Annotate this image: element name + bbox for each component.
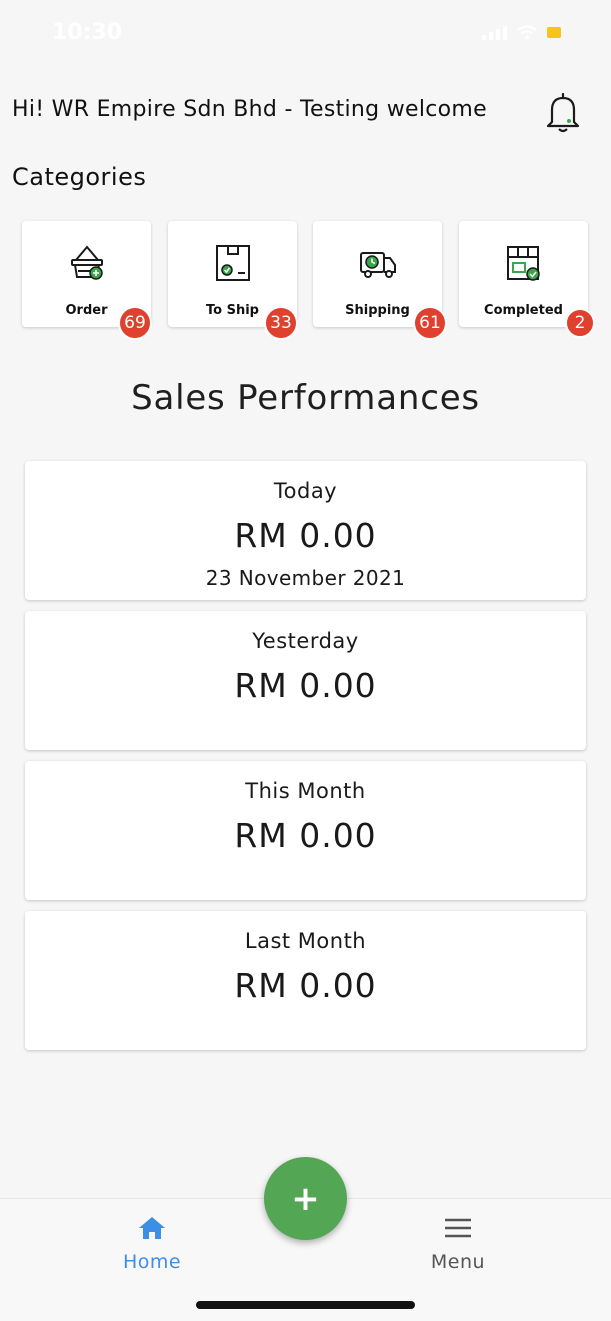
status-time: 10:30: [52, 20, 123, 45]
hamburger-menu-icon: [445, 1218, 471, 1238]
sales-period-label: Last Month: [244, 929, 367, 953]
battery-icon: [547, 26, 561, 38]
nav-home-label: Home: [122, 1251, 182, 1273]
greeting-text: Hi! WR Empire Sdn Bhd - Testing welcome: [12, 97, 487, 122]
to-ship-count-badge: 33: [264, 306, 298, 340]
completed-box-icon: [507, 246, 540, 281]
sales-performances-title: Sales Performances: [131, 378, 480, 418]
sales-card-today[interactable]: Today RM 0.00 23 November 2021: [25, 461, 586, 600]
sales-amount: RM 0.00: [234, 966, 377, 1005]
sales-date: 23 November 2021: [205, 566, 406, 590]
sales-period-label: This Month: [245, 779, 366, 803]
signal-icon: [482, 24, 507, 40]
package-check-icon: [216, 245, 250, 281]
status-bar: 10:30: [0, 0, 611, 70]
sales-card-yesterday[interactable]: Yesterday RM 0.00: [25, 611, 586, 750]
shipping-count-badge: 61: [413, 306, 447, 340]
sales-card-this-month[interactable]: This Month RM 0.00: [25, 761, 586, 900]
nav-menu-tab[interactable]: Menu: [416, 1213, 500, 1273]
delivery-truck-icon: [360, 252, 396, 278]
bell-icon[interactable]: [544, 90, 582, 134]
categories-title: Categories: [12, 163, 147, 191]
nav-menu-label: Menu: [430, 1251, 486, 1273]
completed-count-badge: 2: [565, 308, 595, 338]
sales-period-label: Yesterday: [252, 629, 359, 653]
status-icons: [482, 24, 561, 40]
basket-icon: [71, 245, 103, 280]
order-count-badge: 69: [118, 306, 152, 340]
home-indicator: [196, 1301, 415, 1309]
home-icon: [139, 1217, 165, 1239]
sales-amount: RM 0.00: [234, 816, 377, 855]
sales-card-last-month[interactable]: Last Month RM 0.00: [25, 911, 586, 1050]
category-card-completed[interactable]: Completed: [459, 221, 588, 327]
add-fab-button[interactable]: +: [264, 1157, 347, 1240]
nav-home-tab[interactable]: Home: [110, 1213, 194, 1273]
sales-amount: RM 0.00: [234, 666, 377, 705]
plus-icon: +: [291, 1178, 320, 1219]
wifi-icon: [517, 24, 537, 39]
sales-period-label: Today: [273, 479, 338, 503]
sales-amount: RM 0.00: [234, 516, 377, 555]
